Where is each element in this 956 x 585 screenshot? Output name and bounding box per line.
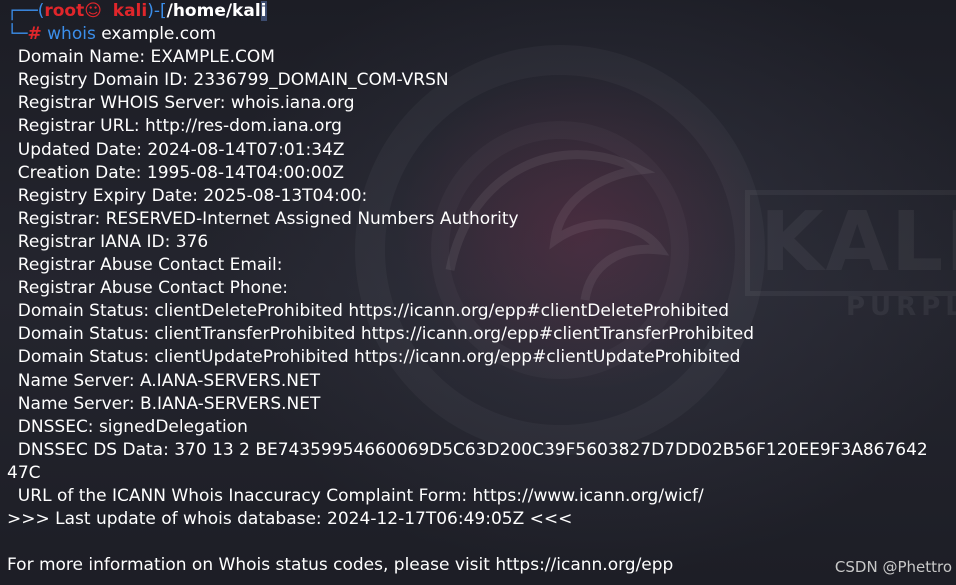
output-line: Registrar URL: http://res-dom.iana.org (7, 116, 342, 137)
output-line: Domain Status: clientDeleteProhibited ht… (7, 301, 730, 322)
skull-icon: ☺ (84, 1, 102, 21)
output-line: Registrar: RESERVED-Internet Assigned Nu… (7, 208, 519, 229)
prompt-user: root (44, 1, 85, 21)
output-line: Domain Status: clientUpdateProhibited ht… (7, 347, 741, 368)
output-line: Registrar IANA ID: 376 (7, 231, 209, 252)
output-line: Name Server: A.IANA-SERVERS.NET (7, 370, 321, 391)
text-cursor: i (260, 1, 267, 21)
output-line: >>> Last update of whois database: 2024-… (7, 509, 573, 530)
csdn-watermark: CSDN @Phettro (834, 558, 952, 576)
command-name: whois (47, 24, 96, 45)
output-line: DNSSEC: signedDelegation (7, 416, 248, 437)
output-line: Registrar Abuse Contact Email: (7, 255, 283, 276)
prompt-box-top: ┌──( (7, 1, 45, 21)
prompt-box-bottom: └─ (7, 24, 28, 45)
output-line: Registry Domain ID: 2336799_DOMAIN_COM-V… (7, 70, 449, 91)
whois-output: Domain Name: EXAMPLE.COM Registry Domain… (7, 46, 956, 577)
output-line: Registry Expiry Date: 2025-08-13T04:00: (7, 185, 368, 206)
output-line: Domain Name: EXAMPLE.COM (7, 47, 275, 68)
terminal-output[interactable]: ┌──(root☺ kali)-[/home/kali └─# whois ex… (0, 0, 956, 585)
output-line: Creation Date: 1995-08-14T04:00:00Z (7, 162, 345, 183)
output-line: URL of the ICANN Whois Inaccuracy Compla… (7, 485, 704, 506)
prompt-path: /home/kal (166, 1, 261, 21)
prompt-hash: # (27, 24, 42, 45)
output-line: Updated Date: 2024-08-14T07:01:34Z (7, 139, 345, 160)
prompt-line-2: └─# whois example.com (7, 23, 956, 46)
prompt-line-1: ┌──(root☺ kali)-[/home/kali (7, 0, 956, 23)
output-line: DNSSEC DS Data: 370 13 2 BE7435995466006… (7, 439, 928, 460)
output-line: Registrar Abuse Contact Phone: (7, 278, 288, 299)
output-line: 47C (7, 462, 41, 483)
command-argument: example.com (101, 24, 217, 45)
prompt-bracket: )-[ (147, 1, 167, 21)
prompt-host: kali (112, 1, 148, 21)
output-line: Registrar WHOIS Server: whois.iana.org (7, 93, 355, 114)
output-line: For more information on Whois status cod… (7, 555, 674, 576)
output-line: Domain Status: clientTransferProhibited … (7, 324, 755, 345)
output-line: Name Server: B.IANA-SERVERS.NET (7, 393, 321, 414)
